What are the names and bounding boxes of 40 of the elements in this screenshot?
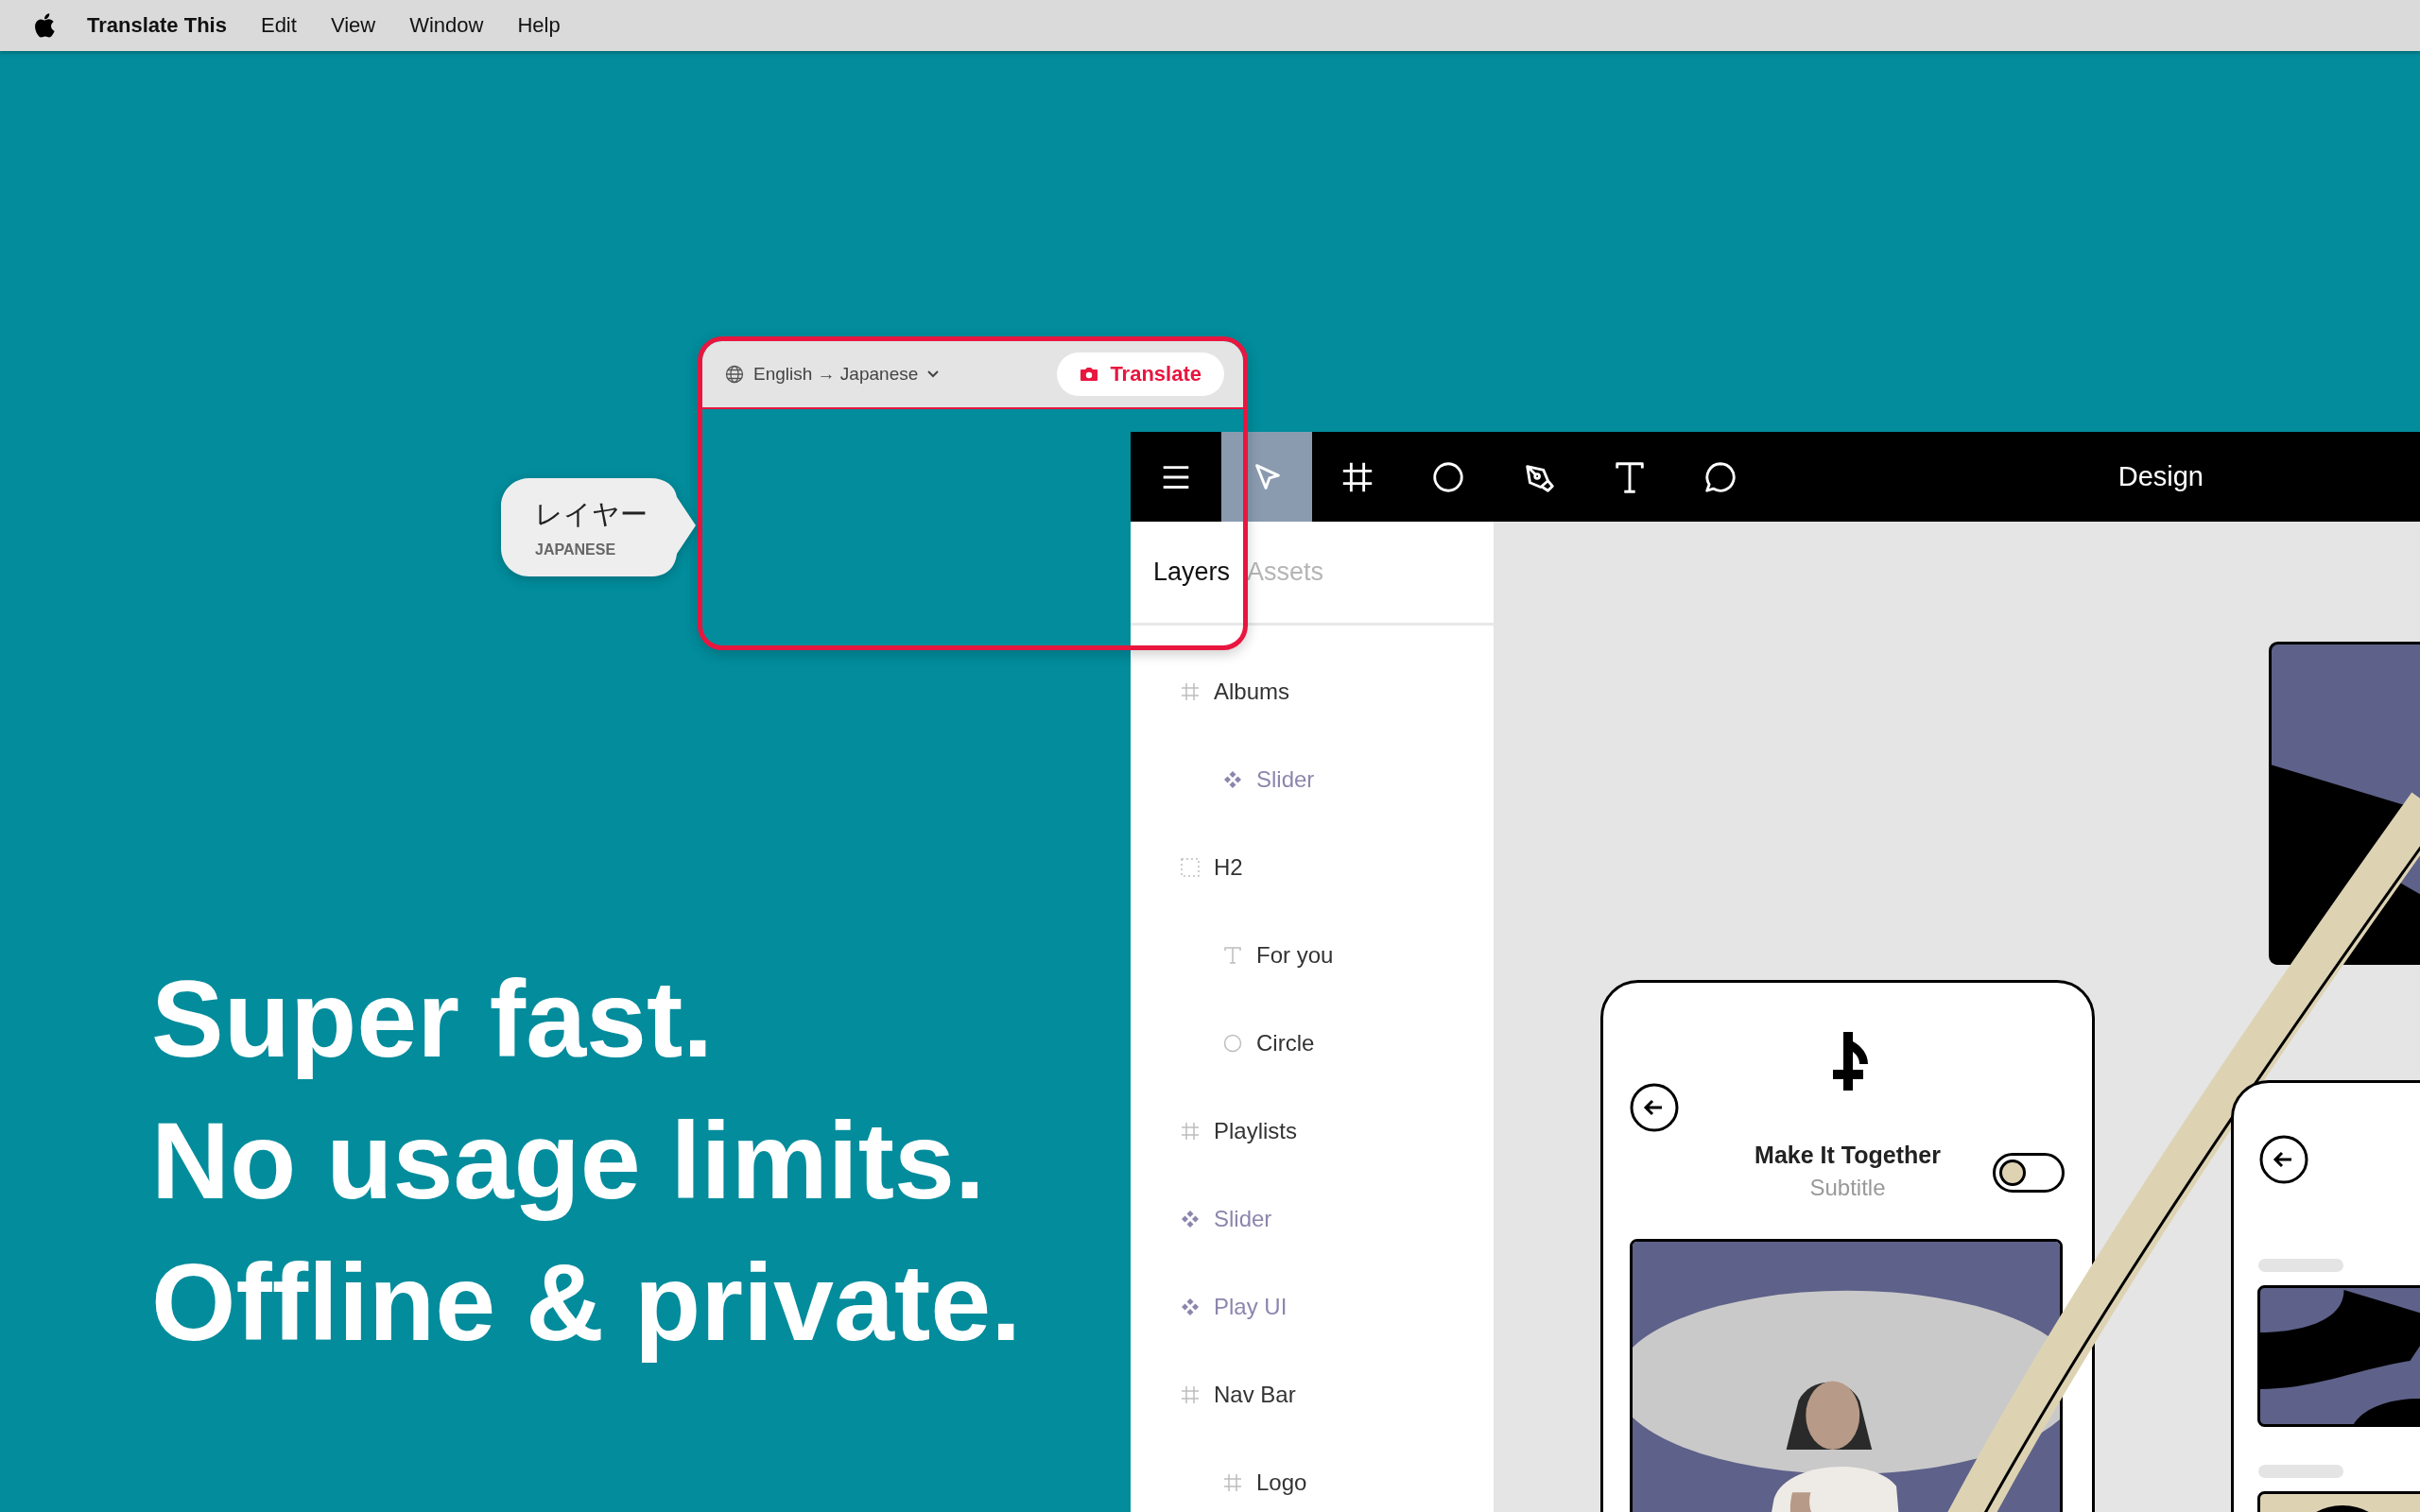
layer-item[interactable]: For you — [1256, 941, 1334, 969]
layer-item[interactable]: Circle — [1256, 1029, 1315, 1057]
translated-text: レイヤー — [535, 497, 648, 532]
layer-item[interactable]: Nav Bar — [1214, 1381, 1296, 1408]
language-label: JAPANESE — [535, 541, 617, 558]
layer-item[interactable]: H2 — [1214, 853, 1243, 881]
hash-icon — [1222, 1471, 1243, 1493]
headline-text: Super fast. — [151, 957, 714, 1081]
back-arrow-button[interactable] — [1630, 1083, 1679, 1132]
text-icon — [1222, 944, 1243, 966]
circle-icon — [1222, 1032, 1243, 1054]
headline-text: Offline & private. — [151, 1241, 1022, 1365]
back-arrow-button[interactable] — [2259, 1135, 2308, 1184]
layer-item[interactable]: Playlists — [1214, 1117, 1298, 1144]
menu-item[interactable]: Help — [517, 13, 561, 38]
component-icon — [1180, 1296, 1201, 1317]
menu-item[interactable]: Edit — [260, 13, 297, 38]
language-selector[interactable]: English → Japanese — [753, 364, 919, 385]
component-icon — [1180, 1208, 1201, 1229]
dotted-square-icon — [1180, 856, 1201, 878]
hash-icon — [1180, 1120, 1201, 1142]
layer-item[interactable]: Albums — [1214, 678, 1290, 705]
hash-icon — [1180, 680, 1201, 702]
card-title: Make It Together — [1754, 1142, 1942, 1169]
panel-tab[interactable]: Layers — [1153, 558, 1231, 587]
menu-app-name[interactable]: Translate This — [87, 13, 227, 38]
layer-item[interactable]: Logo — [1256, 1469, 1307, 1496]
headline-text: No usage limits. — [151, 1099, 985, 1223]
apple-logo-icon[interactable] — [34, 13, 55, 38]
chevron-down-icon[interactable] — [927, 370, 940, 378]
globe-icon[interactable] — [725, 365, 744, 384]
translate-button[interactable]: Translate — [1057, 352, 1224, 396]
menu-item[interactable]: Window — [409, 13, 484, 38]
mode-label[interactable]: Design — [2118, 461, 2204, 492]
menu-item[interactable]: View — [330, 13, 376, 38]
toggle-switch[interactable] — [1993, 1153, 2065, 1193]
card-subtitle: Subtitle — [1808, 1175, 1887, 1201]
component-icon — [1222, 768, 1243, 790]
camera-icon — [1080, 367, 1099, 382]
hash-icon — [1180, 1383, 1201, 1405]
